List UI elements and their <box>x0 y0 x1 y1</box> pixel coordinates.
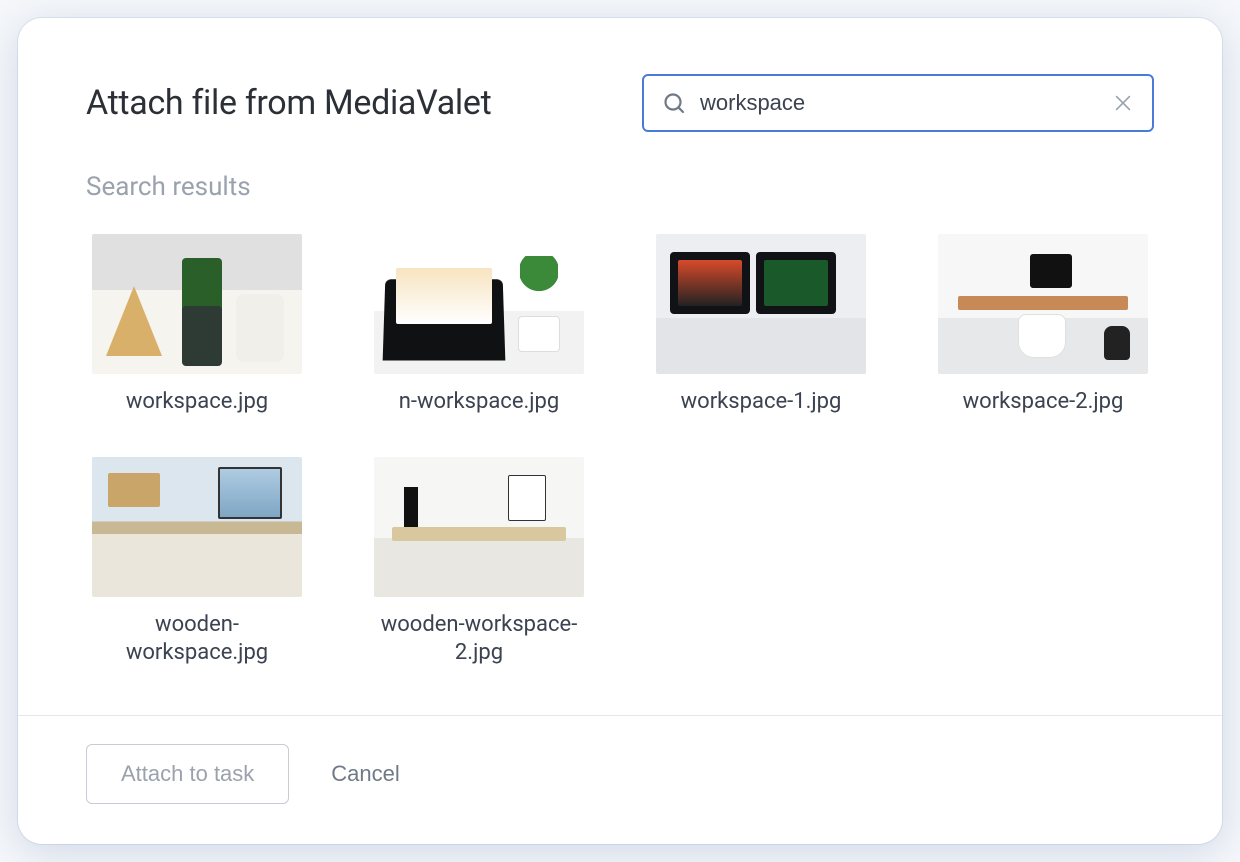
thumbnail <box>938 234 1148 374</box>
dialog-header: Attach file from MediaValet <box>86 74 1154 132</box>
thumbnail <box>374 234 584 374</box>
dialog-footer: Attach to task Cancel <box>18 715 1222 844</box>
thumbnail <box>656 234 866 374</box>
search-field[interactable] <box>642 74 1154 132</box>
search-input[interactable] <box>700 90 1098 116</box>
filename-label: n-workspace.jpg <box>399 388 560 417</box>
attach-button[interactable]: Attach to task <box>86 744 289 804</box>
search-icon <box>662 91 686 115</box>
filename-label: wooden-workspace-2.jpg <box>374 611 584 668</box>
thumbnail <box>374 457 584 597</box>
result-item[interactable]: workspace-1.jpg <box>650 234 872 417</box>
result-item[interactable]: wooden-workspace.jpg <box>86 457 308 668</box>
dialog-title: Attach file from MediaValet <box>86 83 491 123</box>
filename-label: workspace.jpg <box>126 388 268 417</box>
result-item[interactable]: workspace.jpg <box>86 234 308 417</box>
thumbnail <box>92 234 302 374</box>
result-item[interactable]: wooden-workspace-2.jpg <box>368 457 590 668</box>
results-grid: workspace.jpg n-workspace.jpg workspace-… <box>86 234 1154 668</box>
result-item[interactable]: n-workspace.jpg <box>368 234 590 417</box>
thumbnail <box>92 457 302 597</box>
section-label: Search results <box>86 172 1154 202</box>
close-icon[interactable] <box>1112 92 1134 114</box>
filename-label: wooden-workspace.jpg <box>92 611 302 668</box>
attach-file-dialog: Attach file from MediaValet Search resul… <box>18 18 1222 844</box>
filename-label: workspace-1.jpg <box>681 388 842 417</box>
result-item[interactable]: workspace-2.jpg <box>932 234 1154 417</box>
filename-label: workspace-2.jpg <box>963 388 1124 417</box>
cancel-button[interactable]: Cancel <box>331 761 399 787</box>
